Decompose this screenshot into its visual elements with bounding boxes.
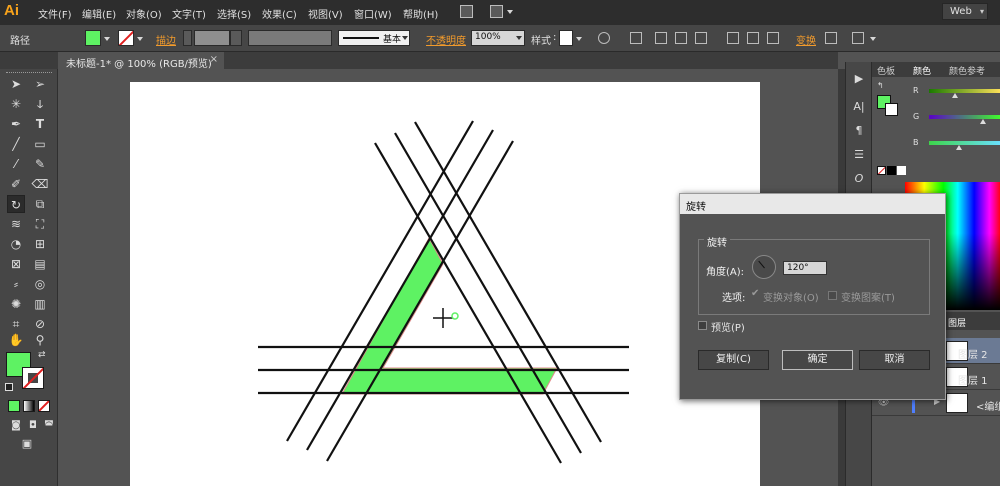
tab-color-guide[interactable]: 颜色参考 <box>949 64 985 77</box>
opentype-panel-icon[interactable]: O <box>850 170 868 188</box>
rotate-dialog: 旋转 旋转 角度(A): 选项: ✔ 变换对象(O) 变换图案(T) 预览(P)… <box>679 193 946 400</box>
white-swatch[interactable] <box>897 166 906 175</box>
layer-name: 图层 1 <box>958 376 988 387</box>
slider-label-b: B <box>913 138 919 147</box>
slider-label-r: R <box>913 86 919 95</box>
rotate-group-label: 旋转 <box>704 234 730 249</box>
angle-dial-icon[interactable] <box>752 255 776 279</box>
diagonal-line <box>306 129 494 451</box>
preview-checkbox[interactable] <box>698 321 707 330</box>
r-slider[interactable] <box>929 89 1000 93</box>
black-swatch[interactable] <box>887 166 896 175</box>
transform-patterns-label: 变换图案(T) <box>841 293 895 304</box>
cancel-button[interactable]: 取消 <box>859 350 930 370</box>
dialog-titlebar[interactable]: 旋转 <box>680 194 945 214</box>
preview-label: 预览(P) <box>711 323 745 334</box>
checkmark-icon[interactable]: ✔ <box>751 288 759 299</box>
swap-colors-icon[interactable]: ↰ <box>877 81 884 90</box>
transform-patterns-checkbox[interactable] <box>828 291 837 300</box>
angle-label: 角度(A): <box>706 267 745 278</box>
align-panel-icon[interactable]: ☰ <box>850 146 868 164</box>
play-action-icon[interactable]: ▶ <box>850 70 868 88</box>
layer-name: <编组> <box>976 402 1000 413</box>
quick-color-swatches <box>877 166 913 176</box>
tab-color[interactable]: 颜色 <box>913 64 931 77</box>
dialog-title: 旋转 <box>686 202 706 213</box>
ok-button[interactable]: 确定 <box>782 350 853 370</box>
none-swatch[interactable] <box>877 166 886 175</box>
transform-objects-label: 变换对象(O) <box>763 293 819 304</box>
b-slider[interactable] <box>929 141 1000 145</box>
g-slider-thumb[interactable] <box>980 119 986 124</box>
layer-thumbnail <box>946 393 968 413</box>
tab-layers[interactable]: 图层 <box>948 316 966 329</box>
tab-swatches[interactable]: 色板 <box>877 64 895 77</box>
color-panel-tabs: 色板 颜色 颜色参考 <box>872 62 1000 77</box>
paragraph-panel-icon[interactable]: ¶ <box>850 122 868 140</box>
rotate-origin-cursor-icon <box>433 308 459 328</box>
copy-button[interactable]: 复制(C) <box>698 350 769 370</box>
character-panel-icon[interactable]: A| <box>850 98 868 116</box>
up-right-diagonal-lines <box>286 120 514 462</box>
layer-name: 图层 2 <box>958 350 988 361</box>
g-slider[interactable] <box>929 115 1000 119</box>
angle-input[interactable] <box>783 261 827 275</box>
b-slider-thumb[interactable] <box>956 145 962 150</box>
r-slider-thumb[interactable] <box>952 93 958 98</box>
slider-label-g: G <box>913 112 920 121</box>
diagonal-line <box>326 140 514 462</box>
options-label: 选项: <box>722 293 746 304</box>
color-panel-stroke-swatch[interactable] <box>885 103 898 116</box>
